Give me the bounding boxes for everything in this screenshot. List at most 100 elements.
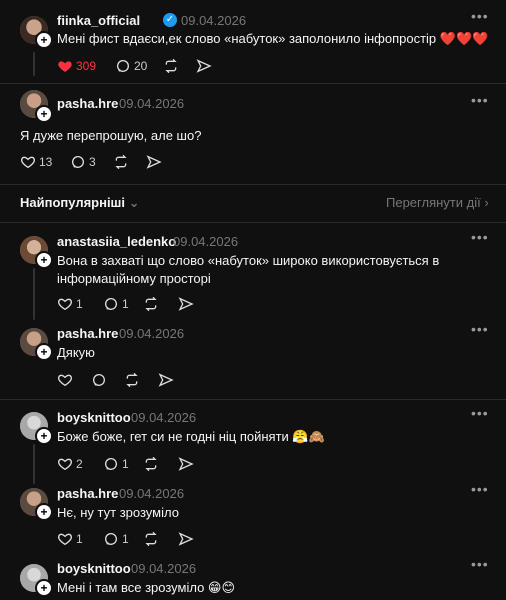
heart-icon [57, 533, 73, 546]
more-icon[interactable]: ••• [471, 405, 489, 421]
share-icon [178, 297, 194, 311]
repost-button[interactable] [124, 372, 140, 388]
post-date: 09.04.2026 [119, 326, 185, 341]
post-text: інформаційному просторі [57, 271, 211, 286]
like-button[interactable]: 2 [57, 456, 83, 472]
share-icon [178, 457, 194, 471]
username[interactable]: pasha.hre [57, 326, 118, 341]
follow-plus-icon[interactable]: + [35, 251, 53, 269]
view-activity-link[interactable]: Переглянути дії › [386, 195, 489, 210]
heart-icon [57, 458, 73, 471]
like-button[interactable]: 309 [57, 58, 96, 74]
repost-icon [126, 372, 138, 388]
follow-plus-icon[interactable]: + [35, 427, 53, 445]
more-icon[interactable]: ••• [471, 556, 489, 572]
like-button[interactable]: 1 [57, 531, 83, 547]
hearts-emoji: ❤️❤️❤️ [439, 31, 489, 46]
post-date: 09.04.2026 [131, 410, 197, 425]
like-button[interactable]: 13 [20, 154, 52, 170]
avatar[interactable]: + [20, 328, 53, 361]
repost-button[interactable] [143, 456, 159, 472]
more-icon[interactable]: ••• [471, 481, 489, 497]
avatar[interactable]: + [20, 236, 53, 269]
share-icon [146, 155, 162, 169]
comment-icon [72, 156, 85, 168]
comment-button[interactable]: 1 [103, 456, 129, 472]
username[interactable]: anastasiia_ledenko [57, 234, 176, 249]
comment-button[interactable]: 1 [103, 296, 129, 312]
share-icon [196, 59, 212, 73]
comment-icon [117, 60, 130, 72]
username[interactable]: pasha.hre [57, 96, 118, 111]
username[interactable]: fiinka_official [57, 13, 140, 28]
view-activity-label: Переглянути дії [386, 195, 481, 210]
repost-icon [145, 296, 157, 312]
comment-icon [105, 458, 118, 470]
comment-icon [105, 298, 118, 310]
share-button[interactable] [178, 296, 194, 312]
share-button[interactable] [178, 456, 194, 472]
divider [0, 222, 506, 223]
more-icon[interactable]: ••• [471, 229, 489, 245]
sort-label: Найпопулярніші [20, 195, 126, 210]
more-icon[interactable]: ••• [471, 8, 489, 24]
divider [0, 399, 506, 400]
post-date: 09.04.2026 [119, 486, 185, 501]
like-button[interactable] [57, 372, 73, 388]
repost-button[interactable] [163, 58, 179, 74]
share-icon [178, 532, 194, 546]
share-button[interactable] [146, 154, 162, 170]
follow-plus-icon[interactable]: + [35, 343, 53, 361]
heart-icon [58, 61, 72, 72]
thread-line [33, 268, 35, 320]
avatar[interactable]: + [20, 90, 53, 123]
post-text: Дякую [57, 345, 95, 360]
like-button[interactable]: 1 [57, 296, 83, 312]
heart-icon [57, 374, 73, 387]
comment-button[interactable]: 3 [70, 154, 96, 170]
post-date: 09.04.2026 [181, 13, 247, 28]
avatar[interactable]: + [20, 488, 53, 521]
more-icon[interactable]: ••• [471, 92, 489, 108]
repost-icon [145, 531, 157, 547]
follow-plus-icon[interactable]: + [35, 31, 53, 49]
username[interactable]: boysknittoo [57, 561, 131, 576]
avatar[interactable]: + [20, 564, 53, 597]
post-text: Я дуже перепрошую, але шо? [20, 128, 202, 143]
comment-button[interactable]: 1 [103, 531, 129, 547]
more-icon[interactable]: ••• [471, 321, 489, 337]
comment-button[interactable] [91, 372, 107, 388]
divider [0, 184, 506, 185]
post-text: Мені і там все зрозуміло 😁😊 [57, 580, 236, 595]
share-button[interactable] [158, 372, 174, 388]
share-button[interactable] [178, 531, 194, 547]
repost-button[interactable] [143, 531, 159, 547]
follow-plus-icon[interactable]: + [35, 579, 53, 597]
comment-button[interactable]: 20 [115, 58, 147, 74]
repost-icon [165, 58, 177, 74]
repost-button[interactable] [143, 296, 159, 312]
heart-icon [20, 156, 36, 169]
avatar[interactable]: + [20, 412, 53, 445]
verified-badge-icon: ✓ [163, 13, 177, 27]
sort-dropdown[interactable]: Найпопулярніші ⌄ [20, 195, 140, 211]
avatar[interactable]: + [20, 16, 53, 49]
post-text: Боже боже, гет си не годні ніц пойняти 😤… [57, 429, 325, 444]
repost-icon [145, 456, 157, 472]
heart-icon [57, 298, 73, 311]
follow-plus-icon[interactable]: + [35, 105, 53, 123]
chevron-down-icon: ⌄ [128, 195, 140, 210]
post-text: Вона в захваті що слово «набуток» широко… [57, 253, 440, 268]
post-date: 09.04.2026 [119, 96, 185, 111]
username[interactable]: pasha.hre [57, 486, 118, 501]
thread-line [33, 52, 35, 76]
thread-line [33, 444, 35, 484]
username[interactable]: boysknittoo [57, 410, 131, 425]
share-icon [158, 373, 174, 387]
share-button[interactable] [196, 58, 212, 74]
repost-button[interactable] [113, 154, 129, 170]
follow-plus-icon[interactable]: + [35, 503, 53, 521]
comment-icon [93, 374, 106, 386]
post-date: 09.04.2026 [131, 561, 197, 576]
post-text: Нє, ну тут зрозуміло [57, 505, 179, 520]
